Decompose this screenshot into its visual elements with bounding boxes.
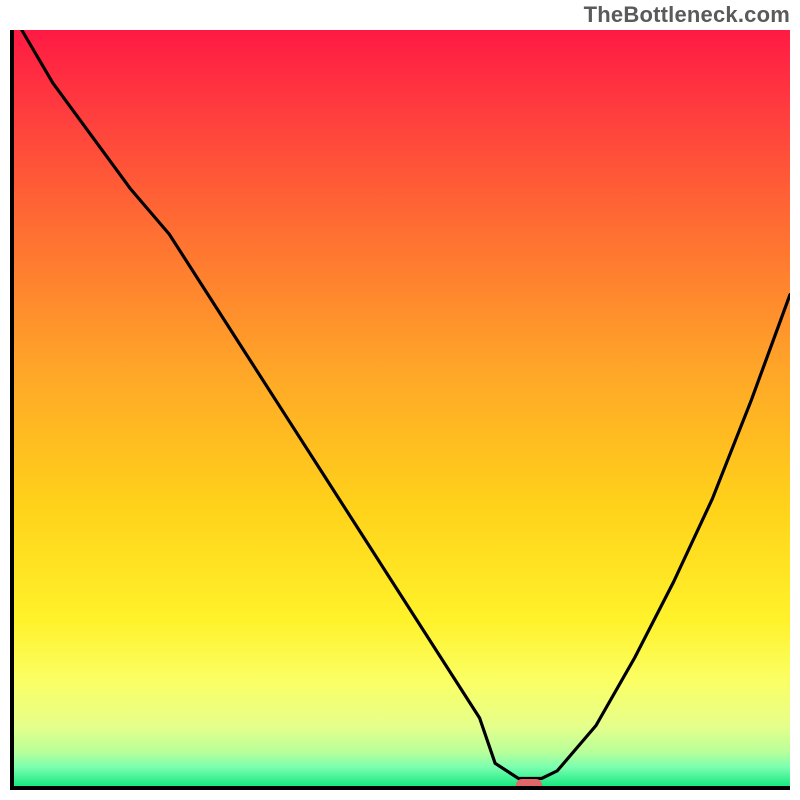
watermark-label: TheBottleneck.com — [584, 2, 790, 28]
chart-plot-area — [10, 30, 790, 790]
chart-line — [14, 30, 790, 786]
minimum-marker — [516, 779, 542, 790]
